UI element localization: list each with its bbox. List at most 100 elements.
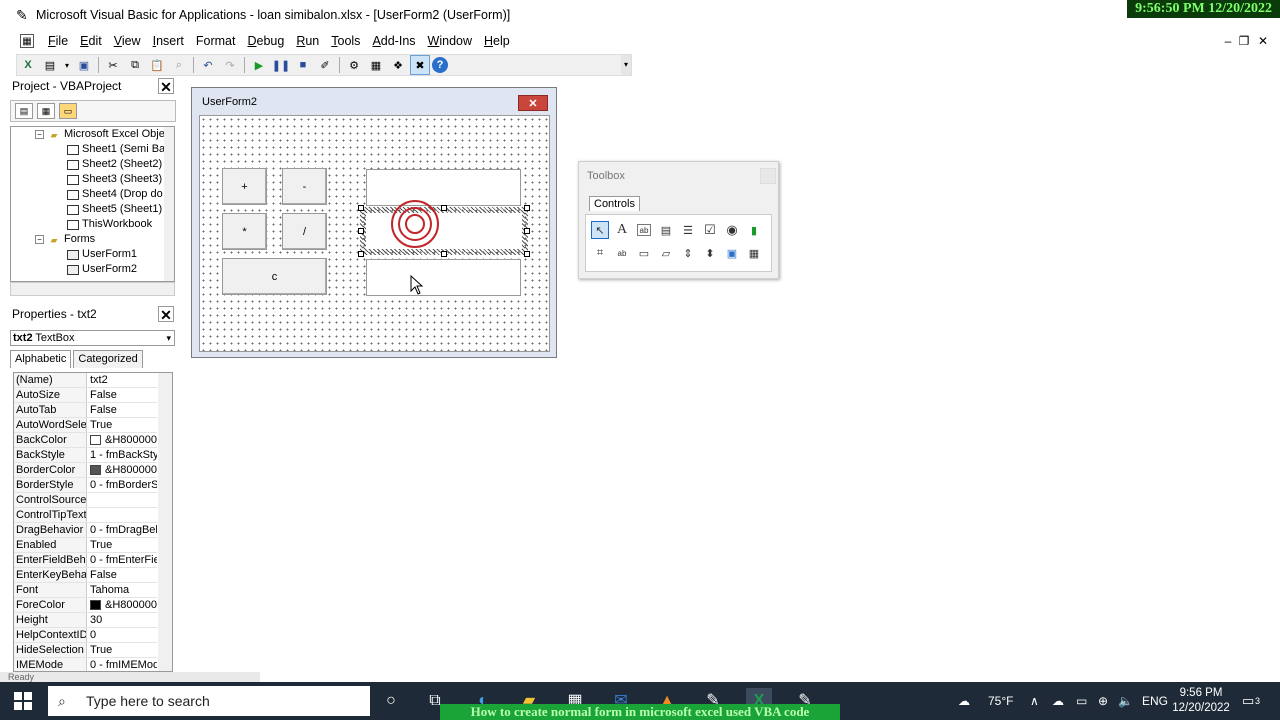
insert-userform-icon[interactable]: ▤: [40, 55, 60, 75]
tab-alphabetic[interactable]: Alphabetic: [10, 350, 72, 368]
property-value[interactable]: False: [87, 403, 157, 417]
toolbox-close-icon[interactable]: [760, 168, 776, 184]
property-value[interactable]: &H8000000: [87, 433, 157, 447]
command-button-icon[interactable]: ab: [613, 244, 631, 262]
txt2-selection-frame[interactable]: [360, 207, 528, 255]
listbox-icon[interactable]: ☰: [679, 221, 697, 239]
property-row[interactable]: AutoTab False: [14, 403, 157, 418]
reset-icon[interactable]: ■: [293, 55, 313, 75]
excel-icon[interactable]: X: [18, 55, 38, 75]
menu-insert[interactable]: Insert: [147, 30, 190, 52]
toggle-button-icon[interactable]: ▮: [745, 221, 763, 239]
object-browser-icon[interactable]: ❖: [388, 55, 408, 75]
resize-handle[interactable]: [441, 205, 447, 211]
tree-item-sheet1[interactable]: Sheet1 (Semi Ba: [67, 142, 165, 157]
property-value[interactable]: 0 - fmBorderSt: [87, 478, 157, 492]
collapse-icon[interactable]: −: [35, 130, 44, 139]
property-value[interactable]: 1 - fmBackStyle: [87, 448, 157, 462]
find-icon[interactable]: ⌕: [169, 55, 189, 75]
resize-handle[interactable]: [524, 205, 530, 211]
menu-format[interactable]: Format: [190, 30, 242, 52]
tree-item-excel-objects[interactable]: − ▰ Microsoft Excel Obje: [35, 127, 165, 142]
property-row[interactable]: BackStyle1 - fmBackStyle: [14, 448, 157, 463]
property-value[interactable]: False: [87, 568, 157, 582]
combobox-icon[interactable]: ▤: [657, 221, 675, 239]
property-value[interactable]: 0 - fmDragBeh: [87, 523, 157, 537]
language-indicator[interactable]: ENG: [1142, 682, 1168, 720]
design-mode-icon[interactable]: ✐: [315, 55, 335, 75]
menu-window[interactable]: Window: [422, 30, 478, 52]
toolbar-overflow-icon[interactable]: ▾: [621, 55, 631, 75]
property-value[interactable]: &H8000000: [87, 598, 157, 612]
save-icon[interactable]: ▣: [74, 55, 94, 75]
property-row[interactable]: BorderColor&H8000000: [14, 463, 157, 478]
menu-addins[interactable]: Add-Ins: [366, 30, 421, 52]
properties-close-icon[interactable]: ✕: [158, 306, 174, 323]
tab-controls[interactable]: Controls: [589, 196, 640, 211]
weather-temp[interactable]: 75°F: [988, 682, 1013, 720]
userform-close-button[interactable]: ✕: [518, 95, 548, 111]
divide-button[interactable]: /: [282, 213, 327, 250]
tree-item-sheet3[interactable]: Sheet3 (Sheet3): [67, 172, 162, 187]
refedit-icon[interactable]: ▦: [745, 244, 763, 262]
close-icon[interactable]: ✕: [1255, 30, 1271, 52]
spinbutton-icon[interactable]: ⬍: [701, 244, 719, 262]
weather-icon[interactable]: ☁: [958, 682, 970, 720]
option-button-icon[interactable]: ◉: [723, 221, 741, 239]
multiply-button[interactable]: *: [222, 213, 267, 250]
minus-button[interactable]: -: [282, 168, 327, 205]
network-icon[interactable]: ⊕: [1098, 682, 1108, 720]
menu-edit[interactable]: Edit: [74, 30, 108, 52]
property-row[interactable]: (Name) txt2: [14, 373, 157, 388]
onedrive-icon[interactable]: ☁: [1052, 682, 1064, 720]
tab-categorized[interactable]: Categorized: [73, 350, 143, 368]
property-row[interactable]: Height 30: [14, 613, 157, 628]
tree-item-sheet5[interactable]: Sheet5 (Sheet1): [67, 202, 162, 217]
resize-handle[interactable]: [441, 251, 447, 257]
copy-icon[interactable]: ⧉: [125, 55, 145, 75]
property-value[interactable]: True: [87, 643, 157, 657]
resize-handle[interactable]: [524, 228, 530, 234]
tray-chevron-up-icon[interactable]: ∧: [1030, 682, 1039, 720]
tree-vertical-scrollbar[interactable]: [164, 127, 174, 281]
cut-icon[interactable]: ✂: [103, 55, 123, 75]
property-row[interactable]: DragBehavior 0 - fmDragBeh: [14, 523, 157, 538]
toggle-folders-icon[interactable]: ▭: [59, 103, 77, 119]
battery-icon[interactable]: ▭: [1076, 682, 1087, 720]
property-row[interactable]: BorderStyle 0 - fmBorderSt: [14, 478, 157, 493]
label-icon[interactable]: A: [613, 221, 631, 239]
undo-icon[interactable]: ↶: [198, 55, 218, 75]
image-icon[interactable]: ▣: [723, 244, 741, 262]
properties-window-icon[interactable]: ▦: [366, 55, 386, 75]
property-value[interactable]: 0: [87, 628, 157, 642]
collapse-icon[interactable]: −: [35, 235, 44, 244]
textbox-icon[interactable]: ab: [637, 224, 651, 236]
object-selector[interactable]: txt2 TextBox ▾: [10, 330, 175, 346]
property-row[interactable]: AutoSize False: [14, 388, 157, 403]
tree-item-sheet2[interactable]: Sheet2 (Sheet2): [67, 157, 162, 172]
properties-scrollbar[interactable]: [158, 373, 172, 671]
cortana-icon[interactable]: ○: [378, 688, 404, 714]
resize-handle[interactable]: [524, 251, 530, 257]
tree-item-userform2[interactable]: UserForm2: [67, 262, 137, 277]
property-row[interactable]: ControlSource: [14, 493, 157, 508]
property-row[interactable]: Font Tahoma: [14, 583, 157, 598]
property-value[interactable]: Tahoma: [87, 583, 157, 597]
menu-view[interactable]: View: [108, 30, 147, 52]
property-value[interactable]: 30: [87, 613, 157, 627]
notifications-icon[interactable]: ▭: [1242, 682, 1254, 720]
resize-handle[interactable]: [358, 251, 364, 257]
plus-button[interactable]: +: [222, 168, 267, 205]
restore-icon[interactable]: ❐: [1236, 30, 1252, 52]
property-row[interactable]: EnterFieldBehav0 - fmEnterFiel: [14, 553, 157, 568]
property-row[interactable]: Enabled True: [14, 538, 157, 553]
property-value[interactable]: [87, 508, 157, 522]
tree-item-sheet4[interactable]: Sheet4 (Drop do: [67, 187, 163, 202]
frame-icon[interactable]: ⌗: [591, 244, 609, 262]
property-row[interactable]: EnterKeyBehaviFalse: [14, 568, 157, 583]
property-value[interactable]: False: [87, 388, 157, 402]
minimize-icon[interactable]: –: [1220, 30, 1236, 52]
property-row[interactable]: ForeColor&H8000000: [14, 598, 157, 613]
taskbar-clock[interactable]: 9:56 PM 12/20/2022: [1166, 686, 1236, 716]
menu-file[interactable]: File: [42, 30, 74, 52]
